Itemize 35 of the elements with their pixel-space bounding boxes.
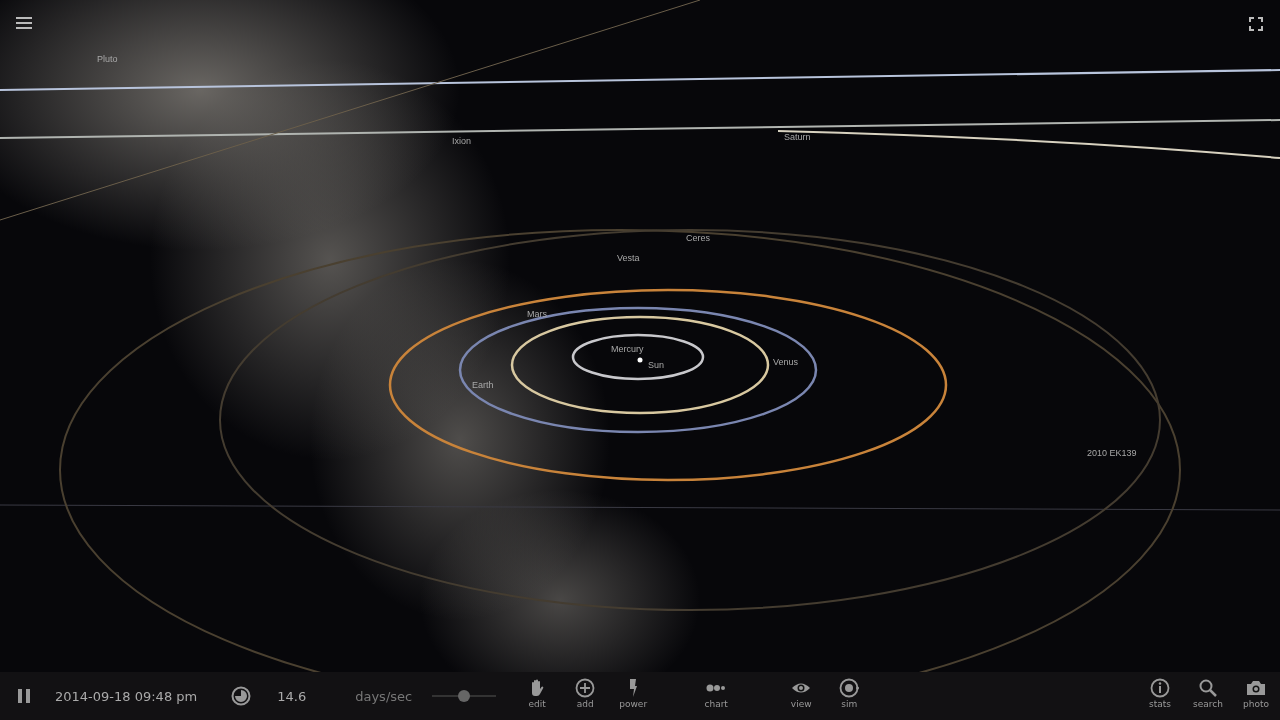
body-label[interactable]: Vesta	[617, 253, 640, 263]
space-view[interactable]: Pluto Ixion Saturn Ceres Vesta Mars Mercury Sun Venus Earth 2010 EK139	[0, 0, 1280, 672]
tool-button[interactable]: chart	[692, 674, 741, 718]
fullscreen-icon[interactable]	[1249, 17, 1263, 31]
speed-unit: days/sec	[355, 688, 413, 704]
body-label[interactable]: Mars	[527, 309, 547, 319]
body-label[interactable]: Ceres	[686, 233, 710, 243]
body-label[interactable]: Earth	[472, 380, 494, 390]
body-label[interactable]: Sun	[648, 360, 664, 370]
tool-button[interactable]: power	[609, 674, 658, 718]
tool-button[interactable]: photo	[1232, 674, 1280, 718]
tool-button[interactable]: view	[777, 674, 826, 718]
body-label[interactable]: Mercury	[611, 344, 644, 354]
body-label[interactable]: Saturn	[784, 132, 811, 142]
target-icon	[839, 678, 860, 698]
tool-button[interactable]: sim	[825, 674, 874, 718]
body-label[interactable]: 2010 EK139	[1087, 448, 1137, 458]
body-label[interactable]: Pluto	[97, 54, 118, 64]
tool-button[interactable]: add	[561, 674, 610, 718]
clock-icon[interactable]	[231, 686, 252, 706]
slider-thumb[interactable]	[458, 690, 471, 702]
camera-icon	[1246, 678, 1266, 698]
tool-button[interactable]: search	[1184, 674, 1232, 718]
menu-icon[interactable]	[16, 17, 32, 29]
sun-dot-icon[interactable]	[637, 357, 643, 363]
search-icon	[1198, 678, 1218, 698]
pause-icon[interactable]	[18, 689, 30, 703]
speed-value: 14.6	[277, 688, 308, 704]
plus-circle-icon	[575, 678, 596, 698]
body-label[interactable]: Ixion	[452, 136, 471, 146]
tool-button[interactable]: stats	[1136, 674, 1184, 718]
date-time-text: 2014-09-18 09:48 pm	[55, 688, 198, 704]
body-label[interactable]: Venus	[773, 357, 799, 367]
tool-button[interactable]: edit	[513, 674, 562, 718]
info-icon	[1150, 678, 1170, 698]
